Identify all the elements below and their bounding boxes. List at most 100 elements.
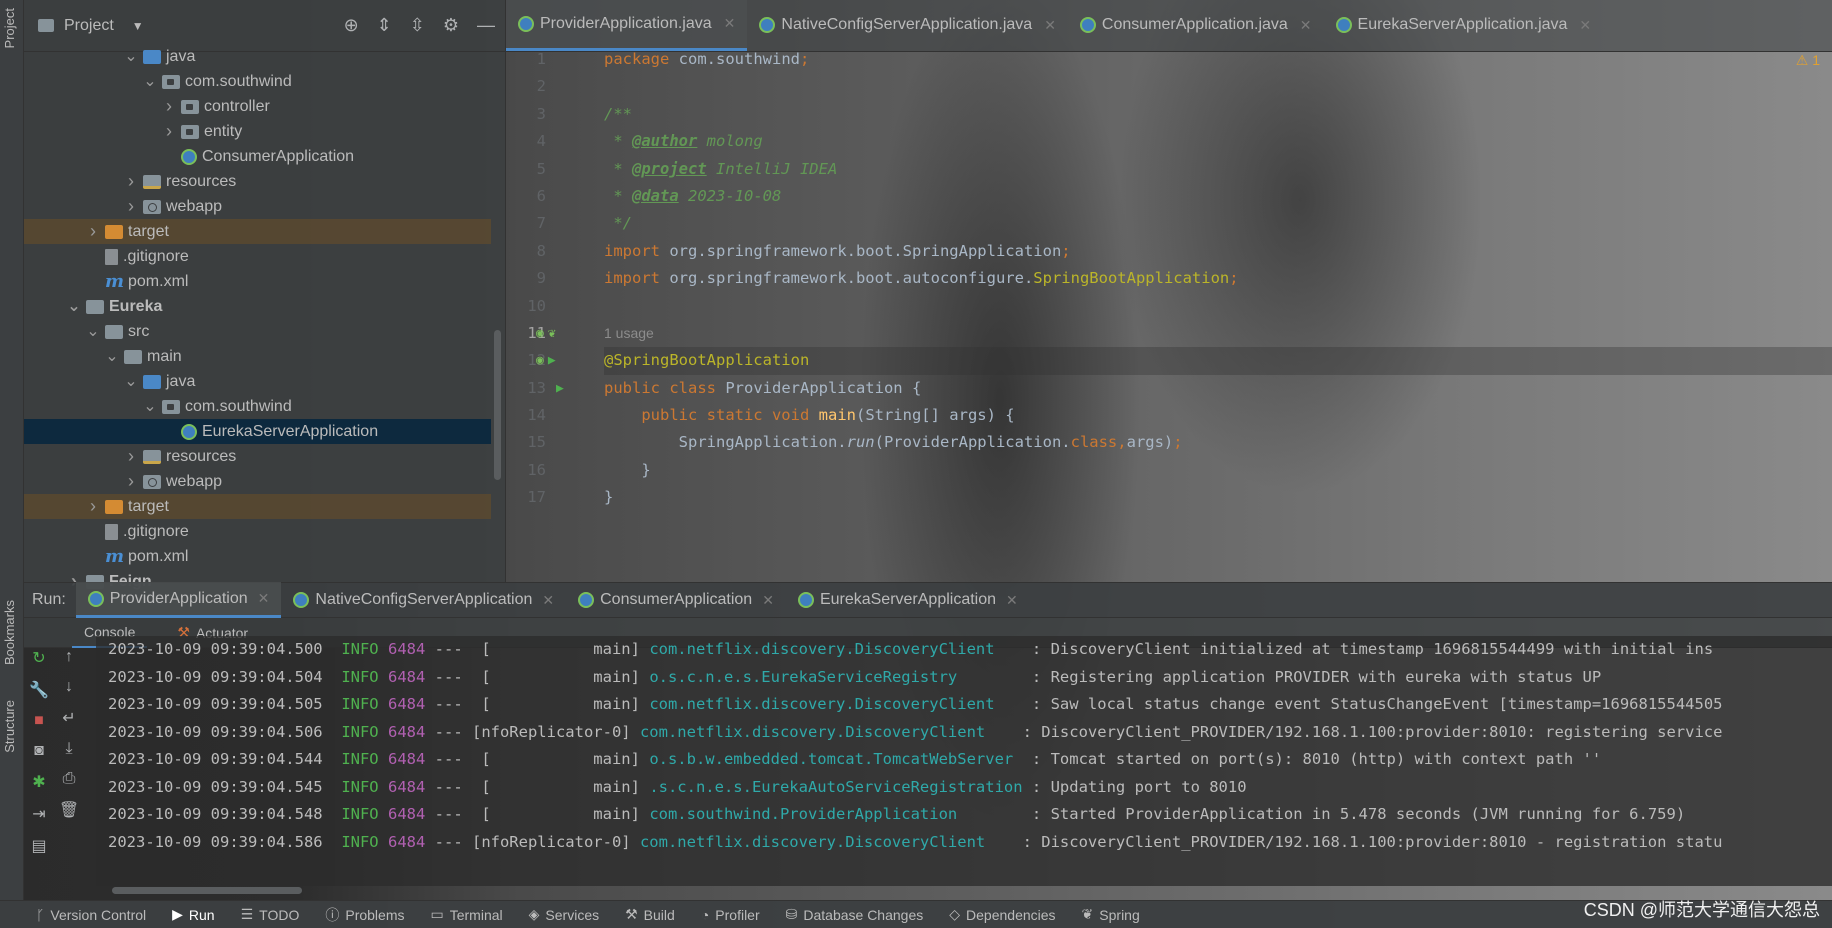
tree-item[interactable]: › target <box>24 219 491 244</box>
soft-wrap-icon[interactable]: ↵ <box>62 708 75 728</box>
arrow-up-icon[interactable]: ↑ <box>65 648 73 666</box>
tree-item[interactable]: .gitignore <box>24 519 491 544</box>
tree-item[interactable]: .gitignore <box>24 244 491 269</box>
run-config-tab[interactable]: NativeConfigServerApplication ✕ <box>281 582 566 618</box>
tree-item[interactable]: ⌄ java <box>24 44 491 69</box>
tree-item[interactable]: ⌄ com.southwind <box>24 394 491 419</box>
gear-icon[interactable]: ⚙ <box>443 15 459 36</box>
close-icon[interactable]: ✕ <box>762 592 774 609</box>
arrow-down-icon[interactable]: ↓ <box>65 678 73 696</box>
tool-window-profiler[interactable]: ◔ Profiler <box>701 907 760 923</box>
code-area[interactable]: package com.southwind; /** * @author mol… <box>604 46 1832 539</box>
tree-item[interactable]: ConsumerApplication <box>24 144 491 169</box>
close-icon[interactable]: ✕ <box>258 590 270 607</box>
chevron-down-icon[interactable]: ▼ <box>132 19 144 33</box>
tree-item[interactable]: ⌄ Eureka <box>24 294 491 319</box>
chevron-right-icon[interactable]: › <box>123 471 139 492</box>
run-config-tab[interactable]: ProviderApplication ✕ <box>75 582 282 618</box>
layout-icon[interactable]: ▤ <box>31 836 46 856</box>
console-h-scrollbar[interactable] <box>112 887 302 894</box>
console-output[interactable]: 2023-10-09 09:39:04.500 INFO 6484 --- [ … <box>96 636 1832 886</box>
chevron-right-icon[interactable]: › <box>85 496 101 517</box>
tool-window-run[interactable]: ▶ Run <box>172 906 214 923</box>
bookmarks-tool-tab[interactable]: Bookmarks <box>2 600 17 665</box>
chevron-down-icon[interactable]: ⌄ <box>66 298 82 314</box>
tree-item[interactable]: ⌄ java <box>24 369 491 394</box>
tree-item[interactable]: EurekaServerApplication <box>24 419 491 444</box>
chevron-right-icon[interactable]: › <box>161 121 177 142</box>
close-icon[interactable]: ✕ <box>1579 17 1591 34</box>
stop-icon[interactable]: ■ <box>34 712 44 730</box>
chevron-right-icon[interactable]: › <box>85 221 101 242</box>
chevron-right-icon[interactable]: › <box>123 171 139 192</box>
tree-item[interactable]: m pom.xml <box>24 544 491 569</box>
chevron-right-icon[interactable]: › <box>161 96 177 117</box>
tree-item[interactable]: › resources <box>24 444 491 469</box>
scroll-to-end-icon[interactable]: ⤓ <box>65 740 72 758</box>
tree-item[interactable]: › controller <box>24 94 491 119</box>
tree-item[interactable]: ⌄ main <box>24 344 491 369</box>
wrench-icon[interactable]: 🔧 <box>29 680 49 700</box>
project-scrollbar[interactable] <box>494 330 501 480</box>
tree-item[interactable]: › target <box>24 494 491 519</box>
exit-icon[interactable]: ⇥ <box>32 804 45 824</box>
bean-icon[interactable]: ◉ <box>536 320 544 347</box>
chevron-down-icon[interactable]: ⌄ <box>142 73 158 89</box>
gutter-icons[interactable]: ◉ ❦ <box>536 320 556 347</box>
print-icon[interactable]: ⎙ <box>63 770 76 788</box>
debug-icon[interactable]: ✱ <box>32 772 45 792</box>
hide-panel-icon[interactable]: — <box>477 15 495 36</box>
usage-hint[interactable]: 1 usage <box>604 325 654 341</box>
project-tool-tab[interactable]: Project <box>2 8 17 48</box>
expand-all-icon[interactable]: ⇕ <box>377 15 392 36</box>
close-icon[interactable]: ✕ <box>724 15 736 32</box>
close-icon[interactable]: ✕ <box>1300 17 1312 34</box>
tool-window-problems[interactable]: ⓘ Problems <box>325 905 404 925</box>
trash-icon[interactable]: 🗑 <box>59 800 79 820</box>
tree-item[interactable]: › webapp <box>24 469 491 494</box>
structure-tool-tab[interactable]: Structure <box>2 700 17 753</box>
rerun-icon[interactable]: ↻ <box>32 648 45 668</box>
tree-item[interactable]: ⌄ com.southwind <box>24 69 491 94</box>
editor-tab[interactable]: EurekaServerApplication.java ✕ <box>1324 0 1604 51</box>
chevron-right-icon[interactable]: › <box>123 196 139 217</box>
run-config-tab[interactable]: ConsumerApplication ✕ <box>566 582 786 618</box>
line-number: 5 <box>506 156 596 183</box>
run-icon[interactable]: ▶ <box>548 347 556 374</box>
run-config-tab[interactable]: EurekaServerApplication ✕ <box>786 582 1030 618</box>
project-panel-title[interactable]: Project <box>64 17 114 35</box>
chevron-down-icon[interactable]: ⌄ <box>104 348 120 364</box>
tool-window-spring[interactable]: ❦ Spring <box>1082 906 1140 923</box>
chevron-down-icon[interactable]: ⌄ <box>142 398 158 414</box>
editor-tab[interactable]: ConsumerApplication.java ✕ <box>1068 0 1324 51</box>
tree-item[interactable]: ⌄ src <box>24 319 491 344</box>
collapse-all-icon[interactable]: ⇳ <box>410 15 425 36</box>
editor-tab[interactable]: ProviderApplication.java ✕ <box>506 0 748 51</box>
locate-icon[interactable]: ⊕ <box>344 15 359 36</box>
tool-window-build[interactable]: ⚒ Build <box>625 906 675 923</box>
tree-item[interactable]: › resources <box>24 169 491 194</box>
tool-window-terminal[interactable]: ▭ Terminal <box>431 906 503 923</box>
run-icon[interactable]: ▶ <box>556 375 564 402</box>
chevron-down-icon[interactable]: ⌄ <box>85 323 101 339</box>
gutter-icons[interactable]: ▶ <box>536 375 564 402</box>
spring-icon[interactable]: ❦ <box>548 320 556 347</box>
tree-item[interactable]: m pom.xml <box>24 269 491 294</box>
tool-window-dependencies[interactable]: ◇ Dependencies <box>949 906 1055 923</box>
tree-item[interactable]: › entity <box>24 119 491 144</box>
close-icon[interactable]: ✕ <box>1044 17 1056 34</box>
tool-window-services[interactable]: ◈ Services <box>529 906 599 923</box>
chevron-down-icon[interactable]: ⌄ <box>123 373 139 389</box>
bean-icon[interactable]: ◉ <box>536 347 544 374</box>
gutter-icons[interactable]: ◉ ▶ <box>536 347 556 374</box>
tool-window-todo[interactable]: ☰ TODO <box>241 906 300 923</box>
close-icon[interactable]: ✕ <box>1006 592 1018 609</box>
camera-icon[interactable]: ◙ <box>34 742 44 760</box>
close-icon[interactable]: ✕ <box>542 592 554 609</box>
editor-tab[interactable]: NativeConfigServerApplication.java ✕ <box>747 0 1068 51</box>
chevron-right-icon[interactable]: › <box>123 446 139 467</box>
tool-window-database-changes[interactable]: ⛁ Database Changes <box>786 906 924 923</box>
tool-window-version-control[interactable]: ᚴ Version Control <box>36 907 146 923</box>
tree-item[interactable]: › webapp <box>24 194 491 219</box>
chevron-down-icon[interactable]: ⌄ <box>123 48 139 64</box>
